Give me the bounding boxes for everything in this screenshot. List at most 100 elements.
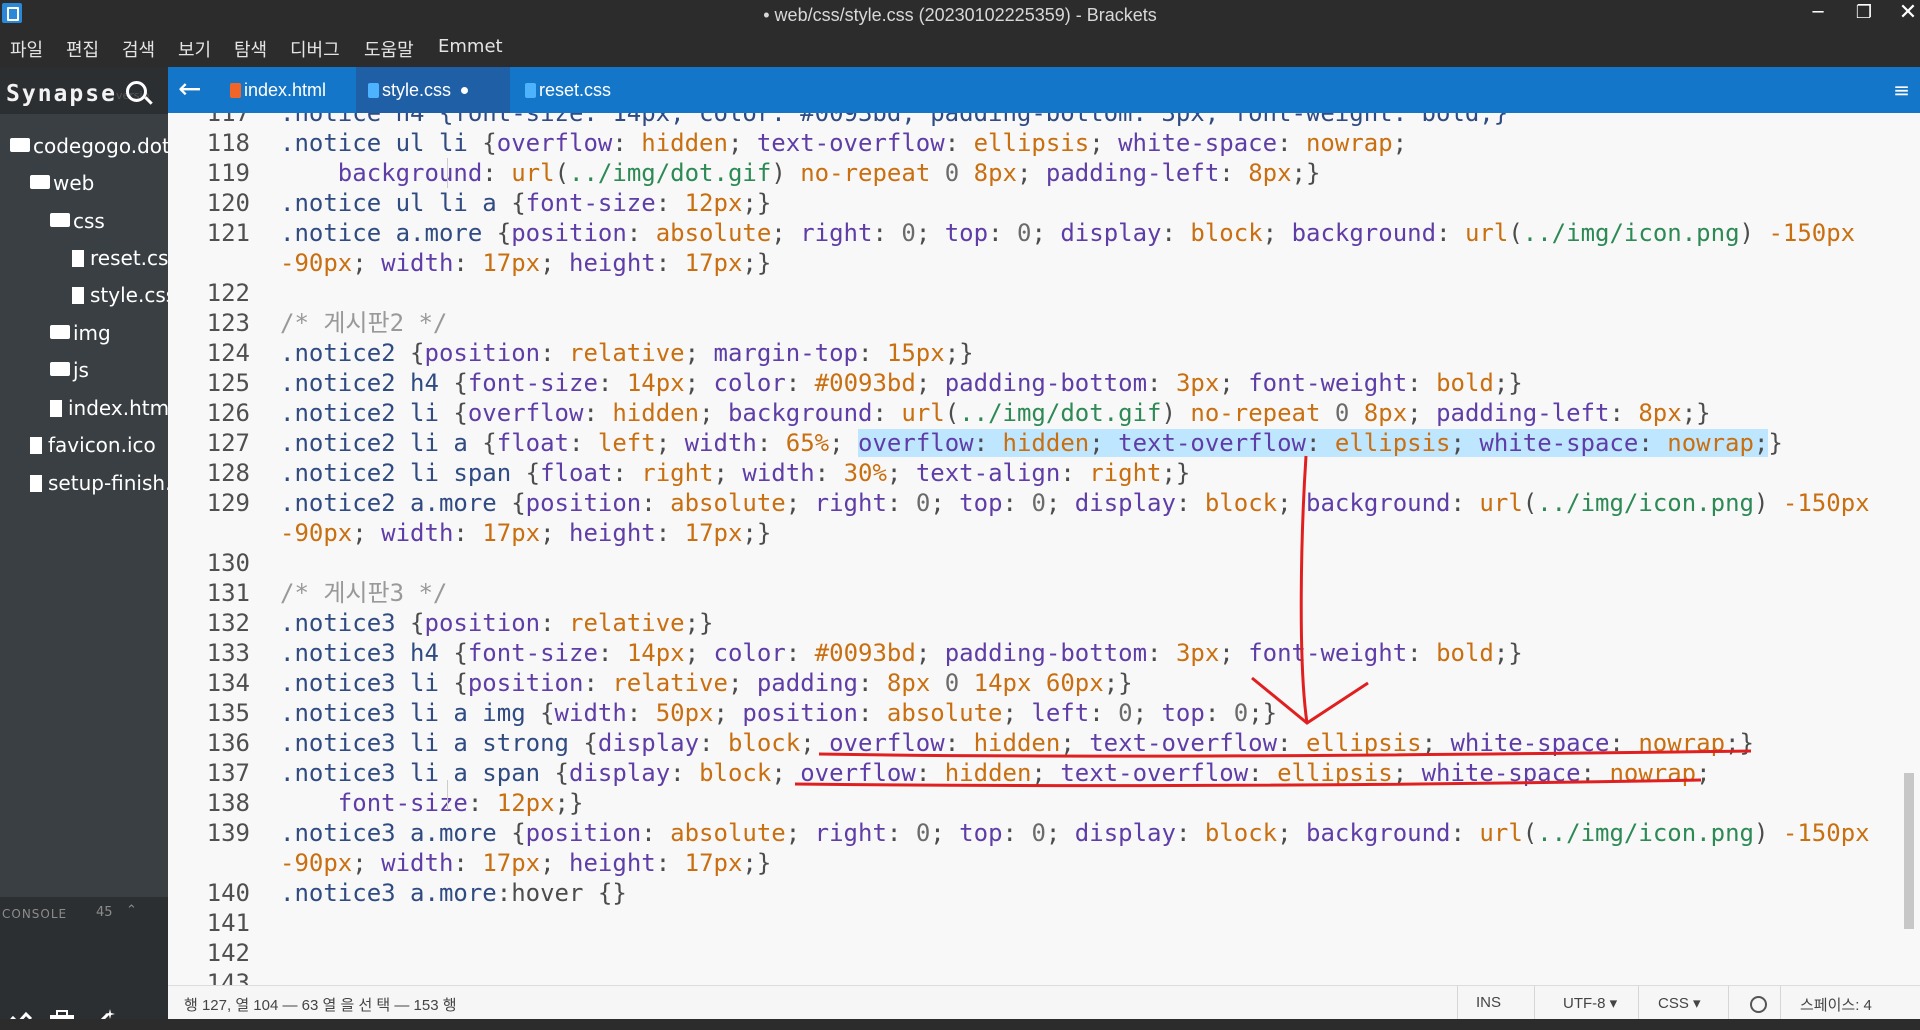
code-token: 17px [684, 849, 743, 877]
tree-folder-web[interactable]: web [30, 171, 94, 199]
code-token: ; [785, 489, 815, 517]
status-separator [1780, 986, 1781, 1020]
cursor-position: 행 127, 열 104 — 63 열 을 선 택 — 153 행 [184, 997, 457, 1014]
line-code: .notice ul li a {font-size: 12px;} [280, 188, 771, 218]
restore-icon[interactable]: ❐ [1852, 1, 1876, 25]
code-token: nowrap [1609, 759, 1697, 787]
code-token: relative [569, 609, 685, 637]
code-token: ; [1089, 129, 1119, 157]
tree-file-index-html[interactable]: index.html [50, 396, 168, 424]
code-token: position [525, 819, 642, 847]
language-label: CSS [1658, 995, 1689, 1012]
minimize-icon[interactable]: ─ [1806, 1, 1830, 25]
code-token: ; [1060, 729, 1090, 757]
line-number: 119 [206, 159, 250, 187]
code-token: : [1002, 489, 1032, 517]
menu-help[interactable]: 도움말 [364, 36, 414, 62]
code-token: ) [1739, 219, 1769, 247]
folder-open-icon [50, 213, 70, 227]
code-token: : [1305, 429, 1335, 457]
code-token: { [496, 819, 526, 847]
code-token: ; [1045, 819, 1075, 847]
code-token: ) [1753, 489, 1783, 517]
menu-navigate[interactable]: 탐색 [234, 36, 267, 62]
code-token: ; [699, 399, 728, 427]
tree-file-favicon[interactable]: favicon.ico [30, 433, 156, 461]
tree-file-reset-css[interactable]: reset.css [72, 246, 168, 274]
code-token: { [438, 399, 468, 427]
line-number: 128 [206, 459, 250, 487]
vertical-scrollbar[interactable] [1904, 773, 1914, 929]
search-icon[interactable] [126, 81, 147, 102]
code-token: #0093bd [814, 369, 916, 397]
indentation-setting[interactable]: 스페이스: 4 [1800, 994, 1872, 1015]
code-token: : [583, 669, 613, 697]
line-code: .notice3 li a img {width: 50px; position… [280, 698, 1277, 728]
code-token: .notice3 a.more [280, 879, 497, 907]
insert-mode[interactable]: INS [1476, 994, 1501, 1011]
code-token: hidden [973, 729, 1061, 757]
back-arrow-icon[interactable]: ← [178, 72, 201, 105]
code-token: ;} [742, 189, 772, 217]
tree-file-setup-finish[interactable]: setup-finish.h [30, 471, 168, 499]
code-token: padding-bottom [944, 369, 1148, 397]
tree-folder-codegogo[interactable]: codegogo.dotho [10, 134, 168, 162]
menu-view[interactable]: 보기 [178, 36, 211, 62]
code-token: { [540, 759, 569, 787]
code-token: ../img/icon.png [1522, 219, 1740, 247]
chevron-up-icon[interactable]: ⌃ [126, 903, 137, 918]
code-token: ; [1753, 429, 1769, 457]
menu-debug[interactable]: 디버그 [290, 36, 340, 62]
tab-reset-css[interactable]: reset.css [513, 67, 651, 113]
code-token: absolute [655, 219, 772, 247]
code-token: width [554, 699, 627, 727]
code-token: 0 [930, 669, 974, 697]
hamburger-menu-icon[interactable]: ≡ [1893, 78, 1910, 102]
encoding-select[interactable]: UTF-8 ▾ [1563, 994, 1617, 1012]
tab-index-html[interactable]: index.html [218, 67, 356, 113]
tree-folder-img[interactable]: img [50, 321, 111, 349]
code-token: : [1060, 459, 1090, 487]
tree-label: codegogo.dotho [33, 134, 168, 158]
code-token: top [944, 219, 989, 247]
code-token: : [858, 669, 887, 697]
code-token: 12px [496, 789, 555, 817]
menu-file[interactable]: 파일 [10, 36, 43, 62]
code-token: { [568, 729, 598, 757]
tree-folder-css[interactable]: css [50, 209, 105, 237]
code-token: ../img/icon.png [1537, 819, 1754, 847]
close-icon[interactable]: ✕ [1896, 1, 1920, 25]
code-token: ;} [1248, 699, 1278, 727]
code-token: text-overflow [756, 129, 945, 157]
line-number: 120 [206, 189, 250, 217]
linter-status-icon[interactable] [1750, 996, 1767, 1013]
code-token: padding-left [1045, 159, 1220, 187]
code-token: padding-bottom [944, 639, 1148, 667]
code-token: bold [1436, 639, 1494, 667]
code-token: ; [1277, 489, 1307, 517]
menu-edit[interactable]: 편집 [66, 36, 99, 62]
code-token: .notice2 li [280, 399, 439, 427]
tab-style-css[interactable]: style.css [356, 67, 510, 113]
tree-label: js [73, 358, 89, 382]
code-token: white-space [1118, 129, 1278, 157]
code-token: block [1204, 819, 1278, 847]
menu-search[interactable]: 검색 [122, 36, 155, 62]
code-token: : [1450, 489, 1480, 517]
menu-bar: 파일 편집 검색 보기 탐색 디버그 도움말 Emmet [0, 32, 1920, 67]
line-number: 133 [206, 639, 250, 667]
line-number: 124 [206, 339, 250, 367]
language-select[interactable]: CSS ▾ [1658, 994, 1701, 1012]
tree-folder-js[interactable]: js [50, 358, 89, 386]
code-token: text-align [915, 459, 1061, 487]
code-token: ; [1002, 699, 1032, 727]
code-token: padding-left [1436, 399, 1610, 427]
tree-file-style-css[interactable]: style.css [72, 283, 168, 311]
file-icon [30, 437, 42, 454]
code-editor[interactable]: 117 .notice h4 {font-size: 14px; color: #… [168, 113, 1920, 985]
console-label[interactable]: CONSOLE [2, 907, 67, 921]
code-token: ; [1089, 429, 1119, 457]
menu-emmet[interactable]: Emmet [438, 36, 503, 57]
indent-guide [447, 780, 448, 810]
